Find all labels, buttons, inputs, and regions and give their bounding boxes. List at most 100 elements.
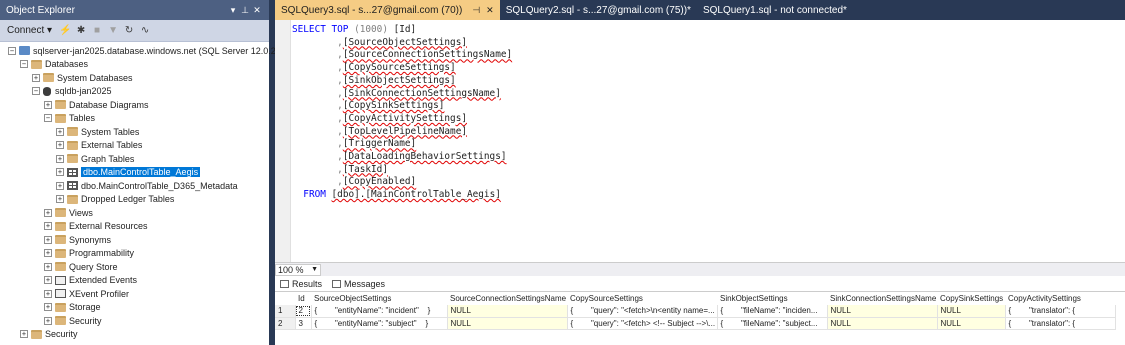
object-explorer-titlebar: Object Explorer ▾ ⊥ ✕ xyxy=(0,0,269,20)
tree-node[interactable]: + Views xyxy=(0,206,269,220)
zoom-dropdown[interactable]: 100 % ▼ xyxy=(275,263,321,276)
refresh-icon[interactable]: ↻ xyxy=(123,25,135,37)
collapse-icon[interactable]: − xyxy=(8,46,16,55)
tree-node[interactable]: + Synonyms xyxy=(0,233,269,247)
document-tab[interactable]: SQLQuery1.sql - not connected* xyxy=(697,0,853,20)
tab-results[interactable]: Results xyxy=(280,279,322,289)
tree-node[interactable]: + System Tables xyxy=(0,125,269,139)
close-icon[interactable]: ✕ xyxy=(251,5,263,16)
stop-icon[interactable]: ■ xyxy=(91,25,103,37)
tree-node[interactable]: + External Tables xyxy=(0,139,269,153)
grid-cell[interactable]: { "translator": { xyxy=(1005,317,1116,330)
table-icon xyxy=(67,181,78,191)
expand-icon[interactable]: + xyxy=(44,235,52,244)
tree-node[interactable]: + Database Diagrams xyxy=(0,98,269,112)
tree-node[interactable]: + System Databases xyxy=(0,71,269,85)
folder-icon xyxy=(67,140,78,150)
document-tab[interactable]: SQLQuery3.sql - s...27@gmail.com (70)) ⊣ ✕ xyxy=(275,0,500,20)
expand-icon[interactable]: + xyxy=(44,249,52,258)
tree-node[interactable]: + Extended Events xyxy=(0,274,269,288)
tree-node[interactable]: + Dropped Ledger Tables xyxy=(0,193,269,207)
document-tab[interactable]: SQLQuery2.sql - s...27@gmail.com (75))* xyxy=(500,0,697,20)
expand-icon[interactable]: + xyxy=(56,195,64,204)
tree-node[interactable]: + Security xyxy=(0,328,269,342)
tab-messages[interactable]: Messages xyxy=(332,279,385,289)
grid-cell[interactable]: 3 xyxy=(295,317,312,330)
tree-node[interactable]: − sqlserver-jan2025.database.windows.net … xyxy=(0,44,276,58)
zoom-level: 100 % xyxy=(278,264,304,275)
activity-monitor-icon[interactable]: ∿ xyxy=(139,25,151,37)
filter-icon[interactable]: ▼ xyxy=(107,25,119,37)
pin-icon[interactable]: ⊥ xyxy=(239,5,251,16)
tree-node[interactable]: + XEvent Profiler xyxy=(0,287,269,301)
grid-column-header[interactable]: SourceObjectSettings xyxy=(311,292,447,305)
grid-column-header[interactable]: CopySinkSettings xyxy=(937,292,1005,305)
grid-cell[interactable]: NULL xyxy=(827,317,938,330)
event-icon xyxy=(55,289,66,299)
collapse-icon[interactable]: − xyxy=(20,60,28,69)
tree-node[interactable]: + dbo.MainControlTable_Aegis xyxy=(0,166,269,180)
expand-icon[interactable]: + xyxy=(44,100,52,109)
grid-cell[interactable]: 2 xyxy=(295,305,312,318)
grid-column-header[interactable]: CopyActivitySettings xyxy=(1005,292,1115,305)
expand-icon[interactable]: + xyxy=(44,289,52,298)
tree-node[interactable]: + Graph Tables xyxy=(0,152,269,166)
connect-button[interactable]: Connect ▾ xyxy=(4,24,55,37)
grid-cell[interactable]: { "fileName": "inciden... xyxy=(717,305,828,318)
expand-icon[interactable]: + xyxy=(56,168,64,177)
grid-cell[interactable]: { "entityName": "incident" } xyxy=(311,305,448,318)
grid-cell[interactable]: { "fileName": "subject... xyxy=(717,317,828,330)
pin-icon[interactable]: ⊣ xyxy=(472,5,480,16)
close-icon[interactable]: ✕ xyxy=(486,5,494,16)
tree-node[interactable]: + External Resources xyxy=(0,220,269,234)
grid-column-header[interactable]: CopySourceSettings xyxy=(567,292,717,305)
tree-node[interactable]: + Security xyxy=(0,314,269,328)
grid-cell[interactable]: { "query": "<fetch> <!-- Subject -->\... xyxy=(567,317,718,330)
collapse-icon[interactable]: − xyxy=(32,87,40,96)
expand-icon[interactable]: + xyxy=(56,154,64,163)
grid-cell[interactable]: { "entityName": "subject" } xyxy=(311,317,448,330)
grid-cell[interactable]: NULL xyxy=(447,317,568,330)
disconnect-plug-icon[interactable]: ✱ xyxy=(75,25,87,37)
table-row[interactable]: 2 3{ "entityName": "subject" } NULL{ "quer… xyxy=(275,317,1116,330)
table-row[interactable]: 1 2{ "entityName": "incident" } NULL{ "que… xyxy=(275,305,1116,318)
grid-cell[interactable]: NULL xyxy=(937,305,1006,318)
tree-node[interactable]: − Databases xyxy=(0,58,269,72)
sql-keyword: FROM xyxy=(303,189,326,201)
results-grid[interactable]: Id SourceObjectSettings SourceConnectionSe… xyxy=(275,292,1125,345)
expand-icon[interactable]: + xyxy=(44,208,52,217)
sql-editor[interactable]: SELECT TOP (1000) [Id] ,[SourceObjectSet… xyxy=(275,20,1125,262)
tree-node[interactable]: + Programmability xyxy=(0,247,269,261)
expand-icon[interactable]: + xyxy=(56,141,64,150)
expand-icon[interactable]: + xyxy=(44,222,52,231)
grid-cell[interactable]: { "query": "<fetch>\n<entity name=... xyxy=(567,305,718,318)
expand-icon[interactable]: + xyxy=(20,330,28,339)
grid-column-header[interactable] xyxy=(275,292,295,305)
grid-column-header[interactable]: Id xyxy=(295,292,311,305)
tree-node[interactable]: − Tables xyxy=(0,112,269,126)
collapse-icon[interactable]: − xyxy=(44,114,52,123)
grid-cell[interactable]: NULL xyxy=(447,305,568,318)
expand-icon[interactable]: + xyxy=(56,181,64,190)
folder-icon xyxy=(31,329,42,339)
tree-node[interactable]: − sqldb-jan2025 xyxy=(0,85,269,99)
expand-icon[interactable]: + xyxy=(44,276,52,285)
expand-icon[interactable]: + xyxy=(44,262,52,271)
folder-icon xyxy=(43,73,54,83)
connect-plug-icon[interactable]: ⚡ xyxy=(59,25,71,37)
sql-code[interactable]: SELECT TOP (1000) [Id] ,[SourceObjectSet… xyxy=(292,24,512,202)
tree-node[interactable]: + Query Store xyxy=(0,260,269,274)
expand-icon[interactable]: + xyxy=(56,127,64,136)
grid-cell[interactable]: NULL xyxy=(937,317,1006,330)
dropdown-icon[interactable]: ▾ xyxy=(227,5,239,16)
grid-cell[interactable]: { "translator": { xyxy=(1005,305,1116,318)
tree-node[interactable]: + dbo.MainControlTable_D365_Metadata xyxy=(0,179,269,193)
grid-column-header[interactable]: SourceConnectionSettingsName xyxy=(447,292,567,305)
grid-cell[interactable]: NULL xyxy=(827,305,938,318)
tree-node[interactable]: + Storage xyxy=(0,301,269,315)
expand-icon[interactable]: + xyxy=(44,303,52,312)
grid-column-header[interactable]: SinkObjectSettings xyxy=(717,292,827,305)
expand-icon[interactable]: + xyxy=(32,73,40,82)
grid-column-header[interactable]: SinkConnectionSettingsName xyxy=(827,292,937,305)
expand-icon[interactable]: + xyxy=(44,316,52,325)
